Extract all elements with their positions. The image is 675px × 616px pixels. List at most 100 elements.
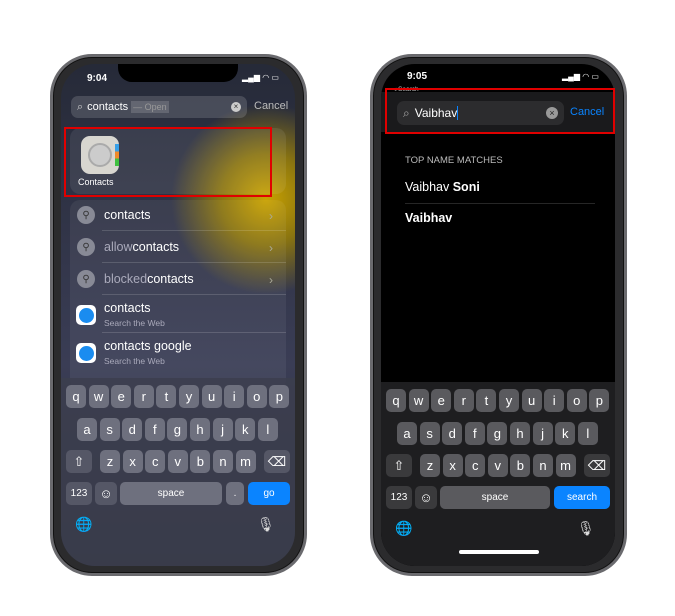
key-w[interactable]: w [88,385,109,408]
result-row[interactable]: ⚲ blocked contacts [77,270,194,288]
key-q[interactable]: q [386,389,406,412]
key-x[interactable]: x [442,454,463,477]
key-m[interactable]: m [555,454,576,477]
name-match[interactable]: Vaibhav Soni [405,180,480,194]
right-screen: 9:05 ▂▄▆ ◠ ▭ ◂ Search ⌕ Vaibhav × Cancel… [381,64,615,566]
search-icon: ⚲ [77,238,95,256]
shift-key[interactable]: ⇧ [386,454,412,477]
key-p[interactable]: p [589,389,610,412]
chevron-right-icon: › [269,209,273,223]
key-t[interactable]: t [476,389,497,412]
key-e[interactable]: e [431,389,452,412]
key-m[interactable]: m [235,450,256,473]
highlight-box [64,127,272,197]
key-a[interactable]: a [397,422,417,445]
status-time: 9:05 [407,71,428,82]
period-key[interactable]: . [226,482,244,505]
search-suggestion: — Open [131,101,169,113]
notch [118,64,238,82]
keyboard: q w e r t y u i o p a s d f g h j k l ⇧ z x c v b n m ⌫ 123 ☺ space sea… [381,382,615,566]
key-y[interactable]: y [179,385,199,408]
name-match[interactable]: Vaibhav [405,211,452,225]
key-i[interactable]: i [224,385,245,408]
key-i[interactable]: i [544,389,565,412]
web-result-row[interactable]: contacts google Search the Web [76,339,192,367]
key-y[interactable]: y [499,389,519,412]
key-u[interactable]: u [201,385,222,408]
key-z[interactable]: z [420,454,440,477]
key-o[interactable]: o [246,385,267,408]
mic-icon[interactable]: 🎙 [257,516,275,533]
key-p[interactable]: p [269,385,290,408]
result-row[interactable]: ⚲ contacts [77,206,151,224]
notch [438,64,558,82]
key-h[interactable]: h [510,422,530,445]
key-s[interactable]: s [419,422,440,445]
key-g[interactable]: g [167,418,188,441]
globe-icon[interactable]: 🌐 [395,520,412,537]
section-header: TOP NAME MATCHES [405,155,503,166]
search-icon: ⌕ [77,100,84,113]
key-c[interactable]: c [465,454,486,477]
key-o[interactable]: o [566,389,587,412]
key-v[interactable]: v [487,454,508,477]
key-r[interactable]: r [133,385,154,408]
key-g[interactable]: g [487,422,508,445]
key-n[interactable]: n [533,454,553,477]
safari-icon [76,305,96,325]
delete-key[interactable]: ⌫ [264,450,290,473]
chevron-right-icon: › [269,241,273,255]
search-icon: ⚲ [77,206,95,224]
key-l[interactable]: l [577,422,598,445]
search-icon: ⚲ [77,270,95,288]
key-x[interactable]: x [122,450,143,473]
key-e[interactable]: e [111,385,132,408]
keyboard: q w e r t y u i o p a s d f g h j k l ⇧ z x c v b n m ⌫ 123 ☺ space. go… [61,378,295,566]
search-field[interactable]: ⌕ contacts — Open × [71,96,247,118]
key-s[interactable]: s [99,418,120,441]
result-row[interactable]: ⚲ allow contacts [77,238,179,256]
mic-icon[interactable]: 🎙 [577,520,595,537]
space-key[interactable]: space [120,482,222,505]
key-r[interactable]: r [453,389,474,412]
go-key[interactable]: go [248,482,290,505]
key-l[interactable]: l [257,418,278,441]
numbers-key[interactable]: 123 [66,482,92,505]
safari-icon [76,343,96,363]
key-k[interactable]: k [555,422,576,445]
highlight-box [385,88,615,134]
key-b[interactable]: b [190,450,211,473]
key-d[interactable]: d [442,422,463,445]
key-v[interactable]: v [167,450,188,473]
space-key[interactable]: space [440,486,550,509]
emoji-key[interactable]: ☺ [415,486,437,509]
emoji-key[interactable]: ☺ [95,482,117,505]
shift-key[interactable]: ⇧ [66,450,92,473]
status-icons: ▂▄▆ ◠ ▭ [242,73,279,82]
key-c[interactable]: c [145,450,166,473]
key-w[interactable]: w [408,389,429,412]
numbers-key[interactable]: 123 [386,486,412,509]
key-f[interactable]: f [144,418,165,441]
status-icons: ▂▄▆ ◠ ▭ [562,72,599,81]
cancel-button[interactable]: Cancel [254,100,288,112]
key-n[interactable]: n [213,450,233,473]
key-j[interactable]: j [212,418,233,441]
key-q[interactable]: q [66,385,86,408]
delete-key[interactable]: ⌫ [584,454,610,477]
key-d[interactable]: d [122,418,143,441]
key-j[interactable]: j [532,422,553,445]
key-k[interactable]: k [235,418,256,441]
key-f[interactable]: f [464,422,485,445]
home-indicator [459,550,539,554]
key-u[interactable]: u [521,389,542,412]
web-result-row[interactable]: contacts Search the Web [76,301,165,329]
key-z[interactable]: z [100,450,120,473]
key-b[interactable]: b [510,454,531,477]
key-t[interactable]: t [156,385,177,408]
globe-icon[interactable]: 🌐 [75,516,92,533]
key-a[interactable]: a [77,418,97,441]
search-key[interactable]: search [554,486,610,509]
key-h[interactable]: h [190,418,210,441]
clear-icon[interactable]: × [231,102,241,112]
